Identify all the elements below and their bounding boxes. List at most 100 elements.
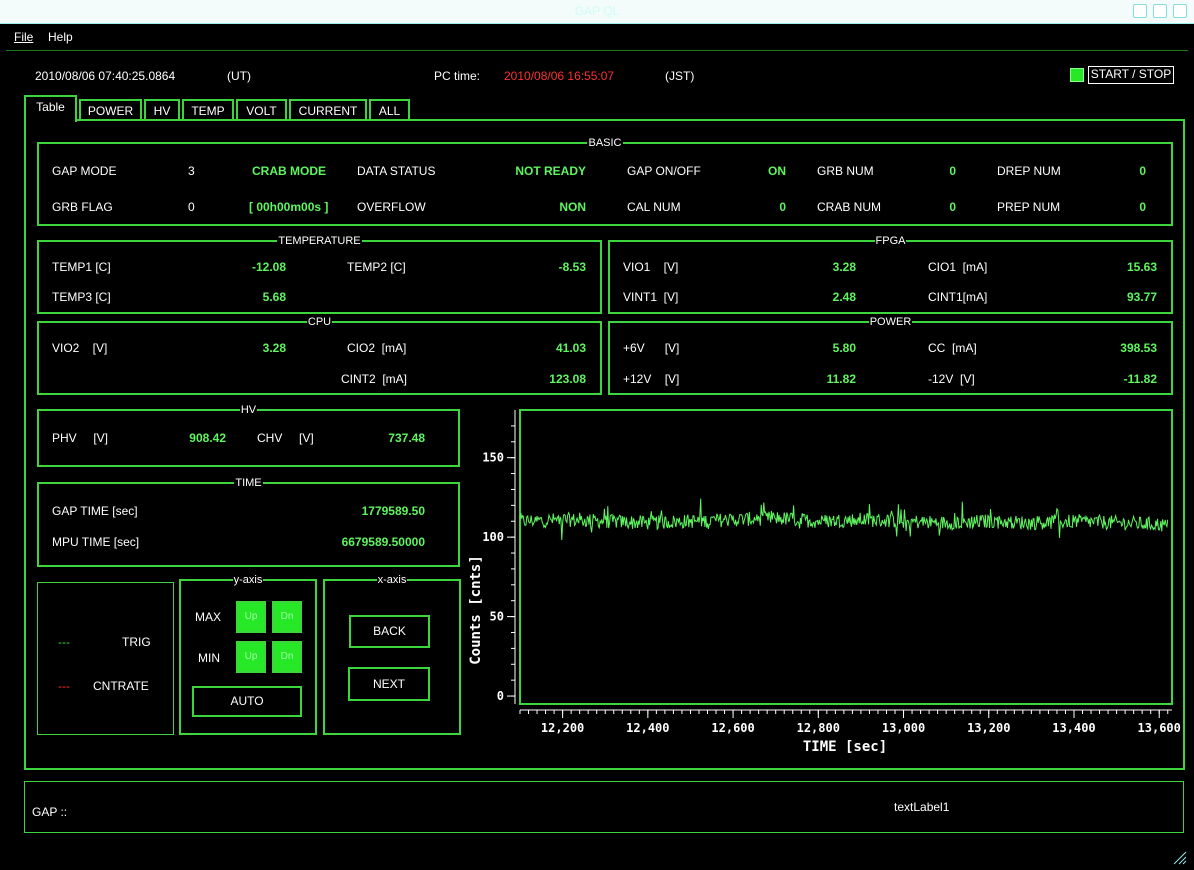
temp2-value: -8.53 <box>558 260 586 274</box>
ymax-up-button[interactable]: Up <box>236 601 266 633</box>
p6v-value: 5.80 <box>832 341 856 355</box>
status-indicator-icon <box>1070 68 1084 82</box>
vint1-value: 2.48 <box>832 290 856 304</box>
tab-table[interactable]: Table <box>24 95 77 122</box>
chart-plot-frame <box>519 409 1173 705</box>
gap-onoff-label: GAP ON/OFF <box>627 164 701 178</box>
drep-num-label: DREP NUM <box>997 164 1061 178</box>
crab-mode-value: CRAB MODE <box>252 164 326 178</box>
ymin-up-button[interactable]: Up <box>236 641 266 673</box>
gap-onoff-value: ON <box>768 164 786 178</box>
xaxis-group: x-axis <box>323 574 461 735</box>
cint2-value: 123.08 <box>549 372 586 386</box>
back-button[interactable]: BACK <box>349 615 430 648</box>
cal-num-value: 0 <box>779 200 786 214</box>
tab-power[interactable]: POWER <box>79 99 142 121</box>
grb-num-value: 0 <box>949 164 956 178</box>
drep-num-value: 0 <box>1139 164 1146 178</box>
cint1-value: 93.77 <box>1126 290 1157 304</box>
tab-current[interactable]: CURRENT <box>289 99 367 121</box>
ymax-down-button[interactable]: Dn <box>272 601 302 633</box>
resize-grip-icon[interactable] <box>1172 850 1188 866</box>
time-group: TIME <box>37 477 460 567</box>
vio2-value: 3.28 <box>262 341 286 355</box>
chart-series-trig-line <box>519 498 1169 541</box>
vio2-label: VIO2 [V] <box>52 341 108 355</box>
next-button[interactable]: NEXT <box>348 667 430 701</box>
menu-bar: File Help <box>6 24 1188 51</box>
fpga-title: FPGA <box>874 235 907 247</box>
overflow-label: OVERFLOW <box>357 200 426 214</box>
mpu-time-label: MPU TIME [sec] <box>52 535 140 549</box>
vio1-value: 3.28 <box>832 260 856 274</box>
p12v-value: 11.82 <box>826 372 856 386</box>
temp1-value: -12.08 <box>251 260 286 274</box>
p6v-label: +6V [V] <box>623 341 680 355</box>
menu-help[interactable]: Help <box>48 30 73 44</box>
chart-xlabel: TIME [sec] <box>803 739 887 755</box>
vio1-label: VIO1 [V] <box>623 260 679 274</box>
yaxis-title: y-axis <box>232 574 264 586</box>
xaxis-title: x-axis <box>376 574 408 586</box>
menu-file[interactable]: File <box>14 30 33 44</box>
tab-hv[interactable]: HV <box>144 99 180 121</box>
status-text-label: textLabel1 <box>894 800 950 814</box>
minimize-icon[interactable] <box>1133 4 1147 18</box>
chart-x-tick-label: 13,200 <box>967 721 1010 735</box>
tab-volt[interactable]: VOLT <box>236 99 287 121</box>
hv-title: HV <box>239 404 258 416</box>
chv-label: CHV [V] <box>257 431 314 445</box>
chart-x-tick-label: 12,800 <box>797 721 840 735</box>
basic-title: BASIC <box>587 137 623 149</box>
chart-y-tick-label: 100 <box>482 530 504 544</box>
jst-label: (JST) <box>665 69 695 83</box>
start-stop-button[interactable]: START / STOP <box>1088 66 1174 84</box>
auto-button[interactable]: AUTO <box>192 686 302 717</box>
ymin-down-button[interactable]: Dn <box>272 641 302 673</box>
cal-num-label: CAL NUM <box>627 200 681 214</box>
chart-y-tick-label: 150 <box>482 451 504 465</box>
gap-time-label: GAP TIME [sec] <box>52 504 138 518</box>
vint1-label: VINT1 [V] <box>623 290 679 304</box>
chart-y-tick-label: 0 <box>497 689 504 703</box>
data-status-value: NOT READY <box>515 164 586 178</box>
ut-time: 2010/08/06 07:40:25.0864 <box>35 69 176 83</box>
gap-time-value: 1779589.50 <box>361 504 425 518</box>
temperature-group: TEMPERATURE <box>37 235 602 314</box>
chart-x-tick-label: 13,000 <box>882 721 925 735</box>
tab-temp[interactable]: TEMP <box>182 99 234 121</box>
temp3-label: TEMP3 [C] <box>52 290 111 304</box>
maximize-icon[interactable] <box>1153 4 1167 18</box>
pc-time: 2010/08/06 16:55:07 <box>504 69 615 83</box>
close-icon[interactable] <box>1173 4 1187 18</box>
cpu-title: CPU <box>306 316 333 328</box>
power-title: POWER <box>868 316 913 328</box>
chart-y-tick-label: 50 <box>490 610 504 624</box>
chart-x-tick-label: 13,600 <box>1138 721 1181 735</box>
mpu-time-value: 6679589.50000 <box>341 535 425 549</box>
cio1-value: 15.63 <box>1126 260 1157 274</box>
status-bar <box>24 781 1184 833</box>
status-gap-label: GAP :: <box>32 805 68 819</box>
m12v-label: -12V [V] <box>928 372 975 386</box>
legend-group <box>37 582 174 735</box>
gap-mode-label: GAP MODE <box>52 164 117 178</box>
m12v-value: -11.82 <box>1123 372 1157 386</box>
chart-x-tick-label: 13,400 <box>1052 721 1095 735</box>
grb-flag-label: GRB FLAG <box>52 200 113 214</box>
ymin-label: MIN <box>198 651 220 665</box>
grb-time-value: [ 00h00m00s ] <box>249 200 329 214</box>
phv-value: 908.42 <box>189 431 226 445</box>
chart-x-tick-label: 12,400 <box>626 721 669 735</box>
pc-time-label: PC time: <box>434 69 481 83</box>
ut-label: (UT) <box>227 69 251 83</box>
temp3-value: 5.68 <box>262 290 286 304</box>
grb-num-label: GRB NUM <box>817 164 874 178</box>
phv-label: PHV [V] <box>52 431 109 445</box>
temperature-title: TEMPERATURE <box>277 235 362 247</box>
cio1-label: CIO1 [mA] <box>928 260 988 274</box>
crab-num-label: CRAB NUM <box>817 200 882 214</box>
chart-x-tick-label: 12,200 <box>541 721 584 735</box>
tab-all[interactable]: ALL <box>369 99 410 121</box>
gap-mode-value: 3 <box>188 164 195 178</box>
